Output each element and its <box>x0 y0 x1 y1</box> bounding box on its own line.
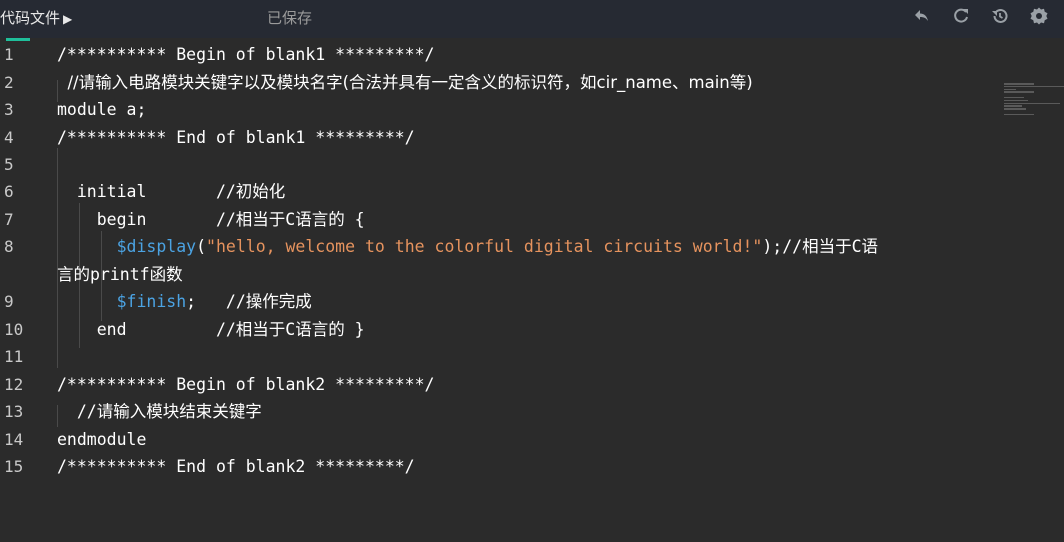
line-number: 3 <box>4 100 14 119</box>
code-file-tab[interactable]: 代码文件 ▶ <box>0 7 72 28</box>
save-status: 已保存 <box>267 9 313 27</box>
restore-icon[interactable] <box>989 5 1011 27</box>
code-line: //请输入模块结束关键字 <box>57 402 262 421</box>
line-number: 10 <box>4 320 24 339</box>
code-comment: ; //操作完成 <box>186 292 312 311</box>
line-number: 15 <box>4 457 24 476</box>
line-number: 1 <box>4 45 14 64</box>
line-number: 14 <box>4 430 24 449</box>
code-line: endmodule <box>57 430 147 449</box>
code-line-wrapped: 言的printf函数 <box>57 265 183 284</box>
play-arrow-icon: ▶ <box>63 12 73 26</box>
line-number: 9 <box>4 292 14 311</box>
line-number: 13 <box>4 402 24 421</box>
code-line: /********** End of blank1 *********/ <box>57 128 415 147</box>
line-number: 5 <box>4 155 14 174</box>
code-line-display: $display("hello, welcome to the colorful… <box>57 236 878 258</box>
code-paren: ( <box>196 237 207 256</box>
line-number: 12 <box>4 375 24 394</box>
code-line: /********** Begin of blank2 *********/ <box>57 375 435 394</box>
code-line: begin //相当于C语言的 { <box>57 210 365 229</box>
minimap[interactable] <box>1004 83 1064 123</box>
line-number: 4 <box>4 128 14 147</box>
system-task-display: $display <box>116 237 197 256</box>
code-line: end //相当于C语言的 } <box>57 320 365 339</box>
code-line: /********** Begin of blank1 *********/ <box>57 45 435 64</box>
code-comment: );//相当于C语 <box>762 237 878 256</box>
line-number: 11 <box>4 347 24 366</box>
code-line: //请输入电路模块关键字以及模块名字(合法并具有一定含义的标识符，如cir_na… <box>57 73 753 92</box>
code-line: module a; <box>57 100 147 119</box>
string-literal: "hello, welcome to the colorful digital … <box>206 237 763 256</box>
code-editor[interactable]: 1 2 3 4 5 6 7 8 9 10 11 12 13 14 15 /***… <box>0 41 1064 542</box>
line-number: 8 <box>4 237 14 256</box>
line-number: 6 <box>4 182 14 201</box>
undo-icon[interactable] <box>911 5 933 27</box>
system-task-finish: $finish <box>116 292 187 311</box>
line-number: 2 <box>4 73 14 92</box>
code-file-label: 代码文件 <box>0 9 61 27</box>
refresh-icon[interactable] <box>950 5 972 27</box>
code-line-finish: $finish; //操作完成 <box>57 291 312 313</box>
settings-icon[interactable] <box>1028 5 1050 27</box>
code-line: initial //初始化 <box>57 182 286 201</box>
editor-toolbar: 代码文件 ▶ 已保存 <box>0 0 1064 38</box>
code-line: /********** End of blank2 *********/ <box>57 457 415 476</box>
line-number: 7 <box>4 210 14 229</box>
